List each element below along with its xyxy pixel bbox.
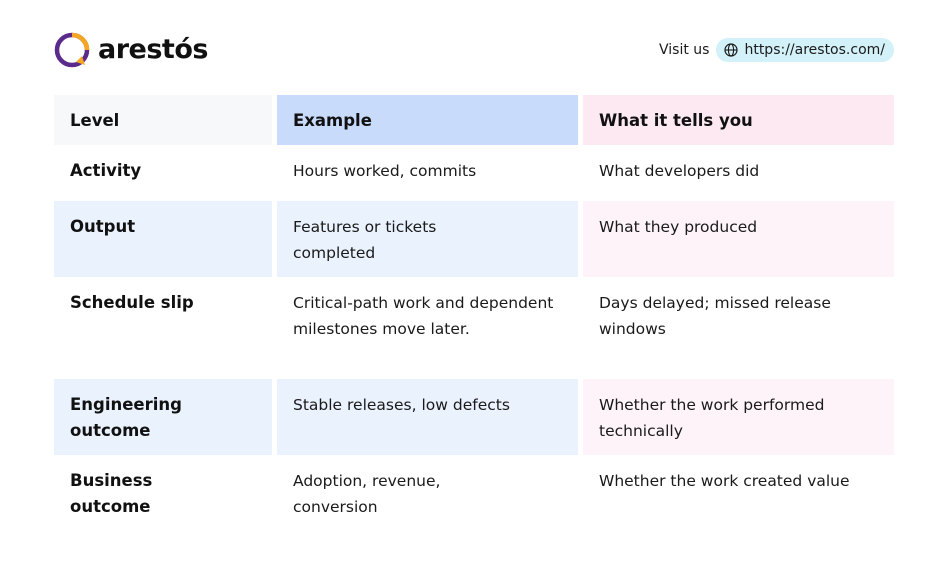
table-cell-meaning: What developers did [583, 145, 894, 201]
cell-text: Whether the work created value [599, 472, 850, 490]
cell-text: What developers did [599, 162, 760, 180]
page-header: arestós Visit us https://arestos.com/ [54, 30, 894, 70]
table-cell-meaning: Whether the work performed technically [583, 379, 894, 455]
website-link[interactable]: https://arestos.com/ [716, 38, 894, 62]
cell-text: What they produced [599, 218, 758, 236]
cell-text: Critical-path work and dependent milesto… [293, 294, 554, 338]
table-cell-example: Critical-path work and dependent milesto… [277, 277, 578, 379]
cell-text: Whether the work performed technically [599, 396, 825, 440]
header-cell-example: Example [277, 95, 578, 145]
header-cell-what-it-tells-you: What it tells you [583, 95, 894, 145]
table-cell-meaning: Whether the work created value [583, 455, 894, 531]
visit-link-group: Visit us https://arestos.com/ [659, 38, 894, 62]
cell-text: Adoption, revenue, conversion [293, 472, 441, 516]
table-row: Business outcome Adoption, revenue, conv… [54, 455, 894, 531]
globe-icon [724, 43, 739, 57]
cell-text: Activity [70, 161, 142, 180]
brand-logo[interactable]: arestós [54, 30, 208, 70]
cell-text: Output [70, 217, 136, 236]
cell-text: Schedule slip [70, 293, 194, 312]
table-row: Output Features or tickets completed Wha… [54, 201, 894, 277]
visit-label: Visit us [659, 42, 710, 58]
cell-text: Days delayed; missed release windows [599, 294, 831, 338]
table-cell-meaning: Days delayed; missed release windows [583, 277, 894, 379]
levels-table: Level Example What it tells you Activity… [54, 95, 894, 531]
table-row: Engineering outcome Stable releases, low… [54, 379, 894, 455]
table-cell-level: Business outcome [54, 455, 272, 531]
table-header-row: Level Example What it tells you [54, 95, 894, 145]
cell-text: Hours worked, commits [293, 162, 477, 180]
table-cell-level: Schedule slip [54, 277, 272, 379]
brand-name: arestós [98, 34, 208, 65]
table-cell-example: Stable releases, low defects [277, 379, 578, 455]
header-cell-level: Level [54, 95, 272, 145]
table-cell-example: Adoption, revenue, conversion [277, 455, 578, 531]
arestos-logo-icon [54, 32, 90, 68]
cell-text: Features or tickets completed [293, 218, 437, 262]
cell-text: Stable releases, low defects [293, 396, 510, 414]
table-cell-level: Activity [54, 145, 272, 201]
header-label: What it tells you [599, 111, 753, 130]
table-cell-example: Features or tickets completed [277, 201, 578, 277]
cell-text: Engineering outcome [70, 395, 182, 440]
table-row: Activity Hours worked, commits What deve… [54, 145, 894, 201]
cell-text: Business outcome [70, 471, 153, 516]
table-cell-level: Engineering outcome [54, 379, 272, 455]
header-label: Level [70, 111, 120, 130]
website-url: https://arestos.com/ [744, 42, 885, 58]
table-cell-level: Output [54, 201, 272, 277]
table-row: Schedule slip Critical-path work and dep… [54, 277, 894, 379]
table-cell-meaning: What they produced [583, 201, 894, 277]
table-cell-example: Hours worked, commits [277, 145, 578, 201]
header-label: Example [293, 111, 372, 130]
